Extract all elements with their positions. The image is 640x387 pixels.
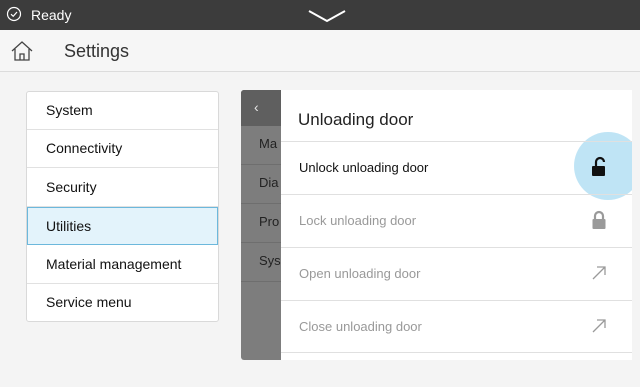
previous-panel: ‹ Ma Dia Pro Sys	[241, 90, 281, 360]
previous-panel-item[interactable]: Ma	[241, 126, 281, 165]
row-label: Unlock unloading door	[299, 160, 429, 175]
home-icon	[11, 41, 33, 61]
menu-item-system[interactable]: System	[27, 92, 218, 130]
menu-item-label: System	[46, 102, 93, 118]
panel-title: Unloading door	[298, 110, 414, 129]
unlock-unloading-door-row[interactable]: Unlock unloading door	[281, 141, 632, 194]
status-text: Ready	[31, 7, 72, 23]
menu-item-label: Utilities	[46, 218, 92, 234]
arrow-up-right-icon	[592, 266, 606, 280]
close-unloading-door-row[interactable]: Close unloading door	[281, 300, 632, 353]
menu-item-connectivity[interactable]: Connectivity	[27, 130, 218, 168]
chevron-left-icon: ‹	[254, 99, 259, 115]
previous-panel-item[interactable]: Dia	[241, 165, 281, 204]
menu-item-label: Material management	[46, 256, 182, 272]
row-label: Close unloading door	[299, 319, 422, 334]
page-title: Settings	[64, 41, 130, 61]
settings-menu: System Connectivity Security Utilities M…	[26, 91, 219, 322]
ready-check-icon	[6, 6, 22, 22]
home-button[interactable]	[0, 30, 46, 72]
lock-unloading-door-row[interactable]: Lock unloading door	[281, 194, 632, 247]
menu-item-service-menu[interactable]: Service menu	[27, 284, 218, 321]
lock-icon	[592, 210, 606, 229]
row-label: Lock unloading door	[299, 213, 417, 228]
menu-item-utilities[interactable]: Utilities	[27, 207, 218, 245]
menu-item-material-management[interactable]: Material management	[27, 246, 218, 284]
header: Settings	[0, 30, 640, 72]
menu-item-label: Service menu	[46, 294, 132, 310]
menu-item-security[interactable]: Security	[27, 169, 218, 207]
menu-item-label: Security	[46, 179, 97, 195]
back-button[interactable]: ‹	[241, 90, 281, 126]
row-label: Open unloading door	[299, 266, 421, 281]
chevron-down-icon[interactable]	[307, 9, 347, 23]
unloading-door-panel: Unloading door Unlock unloading door Loc…	[281, 90, 632, 360]
previous-panel-item-label: Sys	[259, 253, 281, 268]
open-unloading-door-row[interactable]: Open unloading door	[281, 247, 632, 300]
previous-panel-item-label: Pro	[259, 214, 280, 229]
arrow-up-right-icon	[592, 319, 606, 333]
menu-item-label: Connectivity	[46, 140, 123, 156]
previous-panel-item-label: Ma	[259, 136, 278, 151]
previous-panel-item[interactable]: Pro	[241, 204, 281, 243]
previous-panel-item[interactable]: Sys	[241, 243, 281, 282]
status-bar: Ready	[0, 0, 640, 30]
previous-panel-item-label: Dia	[259, 175, 279, 190]
unlock-icon	[592, 156, 606, 176]
